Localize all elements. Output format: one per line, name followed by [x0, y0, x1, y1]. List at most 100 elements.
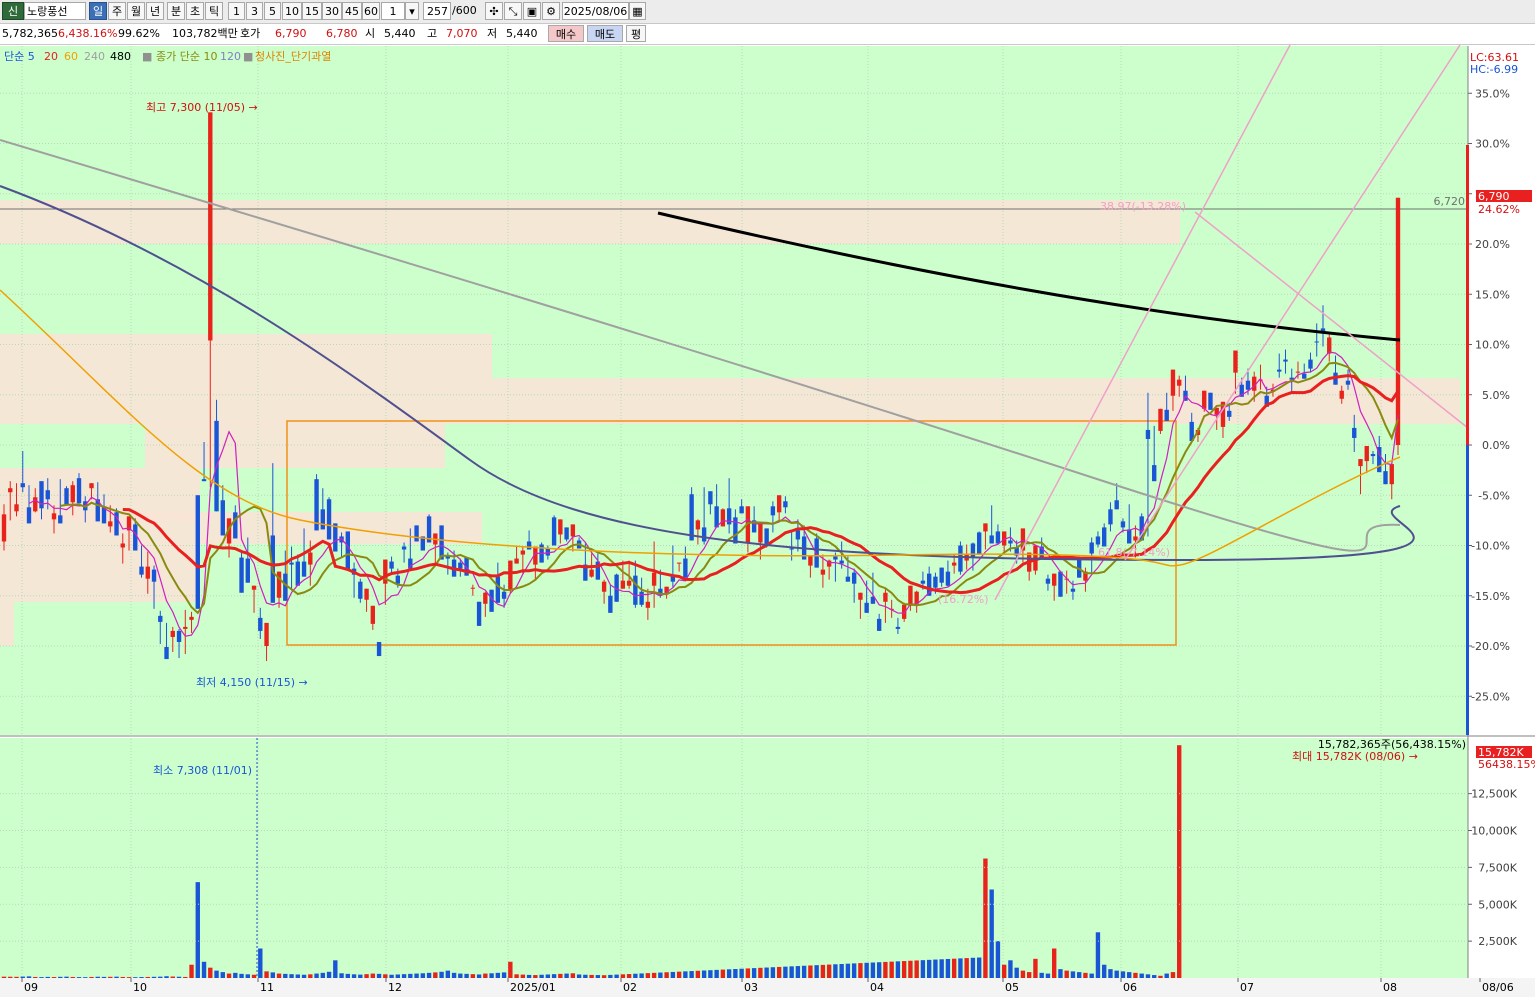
quote-info-bar: 5,782,365 6,438.16% 99.62% 103,782백만 호가 …	[0, 24, 1535, 45]
period-year-tab[interactable]: 년	[146, 2, 164, 20]
legend-item: 단순 5	[4, 50, 35, 63]
volume-bar	[933, 959, 938, 978]
draw-tool-icon[interactable]: ⤡	[504, 2, 522, 20]
interval-60-button[interactable]: 60	[362, 2, 380, 20]
legend-item: 20	[44, 50, 58, 63]
volume-bar	[489, 973, 494, 978]
save-icon[interactable]: ▣	[523, 2, 541, 20]
volume-bar	[151, 976, 157, 978]
y-axis-label: -20.0%	[1471, 640, 1510, 653]
buy-button[interactable]: 매수	[548, 25, 584, 42]
count-input[interactable]: 257	[423, 2, 451, 20]
volume-bar	[820, 964, 826, 978]
candle-body	[70, 485, 75, 503]
volume-bar	[776, 966, 782, 978]
period-second-tab[interactable]: 초	[186, 2, 204, 20]
supply-zone	[0, 602, 14, 646]
volume-bar	[1, 976, 7, 978]
volume-bar	[745, 968, 751, 978]
volume-bar	[83, 977, 88, 978]
volume-bar	[689, 971, 694, 978]
volume-bar	[758, 967, 763, 978]
volume-bar	[1045, 973, 1051, 978]
candle-body	[283, 573, 288, 601]
volume-bar	[1177, 745, 1182, 978]
candle-body	[164, 647, 169, 660]
volume-bar	[1127, 972, 1132, 978]
volume-bar	[889, 961, 894, 978]
candle-body	[133, 524, 138, 551]
volume-bar	[408, 973, 413, 978]
date-input[interactable]: 2025/08/06	[562, 2, 629, 20]
period-minute-tab[interactable]: 분	[167, 2, 185, 20]
interval-1-button[interactable]: 1	[228, 2, 245, 20]
interval-dropdown-icon[interactable]: ▾	[405, 2, 419, 20]
interval-45-button[interactable]: 45	[342, 2, 362, 20]
candle-body	[526, 541, 532, 550]
candle-body	[458, 562, 463, 569]
volume-bar	[983, 858, 988, 978]
volume-bar	[295, 974, 300, 978]
candle-body	[245, 558, 250, 583]
sell-button[interactable]: 매도	[587, 25, 623, 42]
volume-bar	[170, 976, 175, 978]
candle-body	[1352, 427, 1357, 438]
y-axis-label: 0.0%	[1482, 439, 1510, 452]
interval-5-button[interactable]: 5	[264, 2, 281, 20]
volume-bar	[895, 961, 901, 978]
volume-bar	[351, 974, 357, 978]
interval-10-button[interactable]: 10	[282, 2, 302, 20]
candle-body	[301, 561, 307, 577]
x-axis-label: 02	[623, 981, 637, 994]
volume-bar	[45, 976, 50, 978]
volume-bar	[708, 970, 713, 978]
volume-bar	[326, 971, 332, 978]
candle-body	[51, 513, 57, 520]
volume-bar	[939, 959, 944, 978]
volume-bar	[795, 966, 801, 978]
gear-icon[interactable]: ⚙	[542, 2, 560, 20]
candle-body	[545, 548, 551, 556]
volume-bar	[358, 974, 363, 978]
candle-body	[1202, 390, 1207, 409]
interval-15-button[interactable]: 15	[302, 2, 322, 20]
volume-min-annotation: 최소 7,308 (11/01)	[153, 764, 252, 777]
top-toolbar: 신 노랑풍선 일 주 월 년 분 초 틱 1 3 5 10 15 30 45 6…	[0, 0, 1535, 24]
candle-body	[1358, 459, 1363, 467]
price-chart[interactable]: 35.0%30.0%25.0%20.0%15.0%10.0%5.0%0.0%-5…	[0, 45, 1535, 997]
interval-3-button[interactable]: 3	[246, 2, 263, 20]
volume-axis-label: 5,000K	[1478, 898, 1517, 911]
candle-body	[989, 535, 994, 544]
volume-bar	[1145, 974, 1151, 978]
candle-body	[633, 575, 638, 605]
x-axis-label: 06	[1123, 981, 1137, 994]
candle-body	[501, 591, 507, 599]
volume-bar	[239, 973, 244, 978]
y-axis-label: -15.0%	[1471, 590, 1510, 603]
period-week-tab[interactable]: 주	[108, 2, 126, 20]
fib-low-label: (16.72%)	[938, 593, 989, 606]
candle-body	[251, 585, 257, 590]
candle-body	[8, 488, 13, 493]
candle-body	[1233, 350, 1238, 373]
custom-interval-input[interactable]: 1	[381, 2, 405, 20]
candle-body	[1152, 465, 1157, 482]
candle-body	[1070, 588, 1076, 592]
volume-bar	[208, 967, 213, 978]
eval-button[interactable]: 평	[626, 25, 646, 42]
interval-30-button[interactable]: 30	[322, 2, 342, 20]
candle-body	[33, 497, 38, 512]
candle-body	[651, 572, 657, 586]
calendar-icon[interactable]: ▦	[629, 2, 646, 20]
volume-bar	[220, 972, 225, 978]
period-month-tab[interactable]: 월	[127, 2, 145, 20]
stock-name-field[interactable]: 노랑풍선	[24, 2, 86, 20]
crosshair-icon[interactable]: ✣	[485, 2, 503, 20]
period-day-tab[interactable]: 일	[89, 2, 107, 20]
candle-body	[858, 592, 863, 600]
axis-pane	[1468, 46, 1535, 978]
turnover-value: 99.62%	[118, 27, 160, 40]
period-tick-tab[interactable]: 틱	[205, 2, 223, 20]
volume-bar	[1052, 948, 1057, 978]
candle-body	[1045, 578, 1051, 584]
